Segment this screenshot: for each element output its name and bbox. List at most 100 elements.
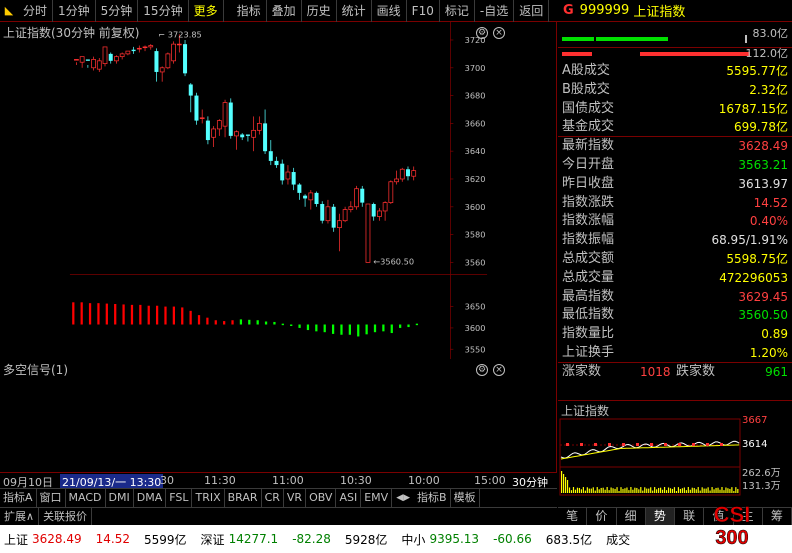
tab-scroll-arrows-icon[interactable]: ◀▶ — [392, 489, 414, 506]
tab-template[interactable]: 模板 — [451, 489, 480, 507]
indicator-bar — [315, 324, 318, 332]
candle-body — [263, 123, 268, 152]
tab-more[interactable]: 更多 — [189, 0, 224, 22]
mini-volume-bar — [715, 487, 717, 493]
indicator-bar — [331, 324, 335, 334]
tab-asi[interactable]: ASI — [336, 489, 362, 507]
candle-body — [136, 47, 142, 50]
mini-volume-bar — [620, 487, 622, 493]
buy-sell-bars: 83.0亿 112.0亿 — [558, 22, 792, 60]
tab-fsl[interactable]: FSL — [166, 489, 193, 507]
indicator-button[interactable]: 指标 — [232, 0, 267, 22]
candle-body — [371, 204, 376, 217]
close-icon[interactable]: × — [493, 27, 505, 39]
tab-15min[interactable]: 15分钟 — [138, 0, 189, 22]
candle-body — [291, 172, 296, 185]
mini-volume-bar — [733, 490, 735, 493]
stat-label: A股成交 — [562, 63, 610, 78]
mini-volume-bar — [681, 488, 683, 493]
tab-indicator-a[interactable]: 指标A — [0, 489, 37, 507]
status-index-name[interactable]: 深证 — [201, 531, 225, 548]
tab-trix[interactable]: TRIX — [192, 489, 225, 507]
price-tick-label: 3660 — [465, 118, 486, 128]
tab-trend[interactable]: 势 — [645, 508, 675, 525]
draw-line-button[interactable]: 画线 — [372, 0, 407, 22]
status-index-name[interactable]: 中小 — [401, 531, 425, 548]
status-index-name[interactable]: 成交 — [606, 531, 630, 548]
tab-detail[interactable]: 细 — [617, 508, 646, 525]
stats-button[interactable]: 统计 — [337, 0, 372, 22]
candle-body — [216, 120, 222, 130]
stat-label: B股成交 — [562, 81, 610, 97]
overlay-button[interactable]: 叠加 — [267, 0, 302, 22]
candle-body — [303, 195, 308, 199]
tab-indicator-b[interactable]: 指标B — [414, 489, 451, 507]
buy-bar — [562, 37, 668, 41]
close-icon[interactable]: × — [493, 364, 505, 376]
expand-button[interactable]: 扩展∧ — [0, 508, 40, 525]
mini-chart-title: 上证指数 — [561, 404, 610, 418]
stat-value: 699.78亿 — [734, 120, 788, 135]
candle-body — [285, 171, 291, 180]
tab-dma[interactable]: DMA — [134, 489, 167, 507]
mini-volume-bar — [568, 487, 571, 493]
candle-body — [74, 59, 79, 61]
indicator-tick-label: 3650 — [465, 302, 486, 312]
tab-emv[interactable]: EMV — [361, 489, 393, 507]
related-quotes-button[interactable]: 关联报价 — [39, 508, 93, 525]
indicator-bar — [382, 324, 385, 332]
f10-button[interactable]: F10 — [407, 0, 440, 22]
stat-row: 指数涨幅 0.40% — [558, 212, 792, 231]
mini-volume-bar — [660, 487, 662, 493]
tab-fenshi[interactable]: 分时 — [18, 0, 54, 22]
stat-value: 3629.45 — [738, 289, 788, 304]
candle-body — [382, 202, 388, 212]
stat-row: 指数量比 0.89 — [558, 325, 792, 344]
stat-row: A股成交 5595.77亿 — [558, 62, 792, 81]
status-index-price: 14277.1 — [228, 532, 279, 546]
remove-watchlist-button[interactable]: -自选 — [475, 0, 515, 22]
stat-row: 上证换手 1.20% — [558, 344, 792, 363]
tab-dmi[interactable]: DMI — [106, 489, 134, 507]
tab-window[interactable]: 窗口 — [37, 489, 66, 507]
status-index-change: -82.28 — [292, 532, 331, 546]
mini-volume-bar — [578, 487, 581, 493]
tab-linked[interactable]: 联 — [675, 508, 705, 525]
mini-volume-bar — [705, 488, 707, 493]
indicator-bar — [122, 304, 125, 325]
tab-cr[interactable]: CR — [262, 489, 284, 507]
tab-macd[interactable]: MACD — [66, 489, 106, 507]
time-label: 11:00 — [272, 474, 304, 487]
tab-chips[interactable]: 筹 — [763, 508, 792, 525]
kline-chart-panel[interactable]: 3720 3700 3680 3660 3640 3620 3600 3580 3560 ⌐ 37… — [0, 22, 557, 472]
candle-body — [114, 56, 119, 62]
candle-body — [199, 117, 205, 119]
mark-button[interactable]: 标记 — [440, 0, 475, 22]
tab-vr[interactable]: VR — [284, 489, 307, 507]
tab-price[interactable]: 价 — [587, 508, 617, 525]
back-button[interactable]: 返回 — [514, 0, 550, 22]
stat-label: 指数涨跌 — [562, 194, 615, 210]
tab-trades[interactable]: 笔 — [558, 508, 588, 525]
tab-5min[interactable]: 5分钟 — [96, 0, 139, 22]
gear-icon[interactable]: ⚙ — [476, 27, 488, 39]
history-button[interactable]: 历史 — [302, 0, 337, 22]
stat-row: 国债成交 16787.15亿 — [558, 100, 792, 119]
status-index-name[interactable]: 上证 — [4, 531, 28, 548]
gear-icon[interactable]: ⚙ — [476, 364, 488, 376]
stat-row: 最新指数 3628.49 — [558, 137, 792, 156]
mini-volume-bar — [707, 487, 709, 493]
buy-bar-value: 83.0亿 — [752, 27, 789, 40]
mini-intraday-chart[interactable]: 上证指数 3667 3614 262.6万 131.3万 — [558, 400, 792, 508]
tab-brar[interactable]: BRAR — [225, 489, 262, 507]
stat-row: 昨日收盘 3613.97 — [558, 175, 792, 194]
menu-arrow-icon[interactable]: ◣ — [0, 0, 18, 22]
tab-obv[interactable]: OBV — [306, 489, 337, 507]
mini-y-high: 3667 — [742, 415, 768, 426]
high-annotation: ⌐ 3723.85 — [158, 30, 202, 40]
indicator-bar — [197, 315, 201, 325]
mini-volume-bar — [642, 490, 644, 493]
tab-1min[interactable]: 1分钟 — [53, 0, 96, 22]
main-kline-chart[interactable]: 372037003680366036403620360035803560⌐ 37… — [0, 22, 557, 359]
mini-volume-bar — [594, 490, 596, 493]
